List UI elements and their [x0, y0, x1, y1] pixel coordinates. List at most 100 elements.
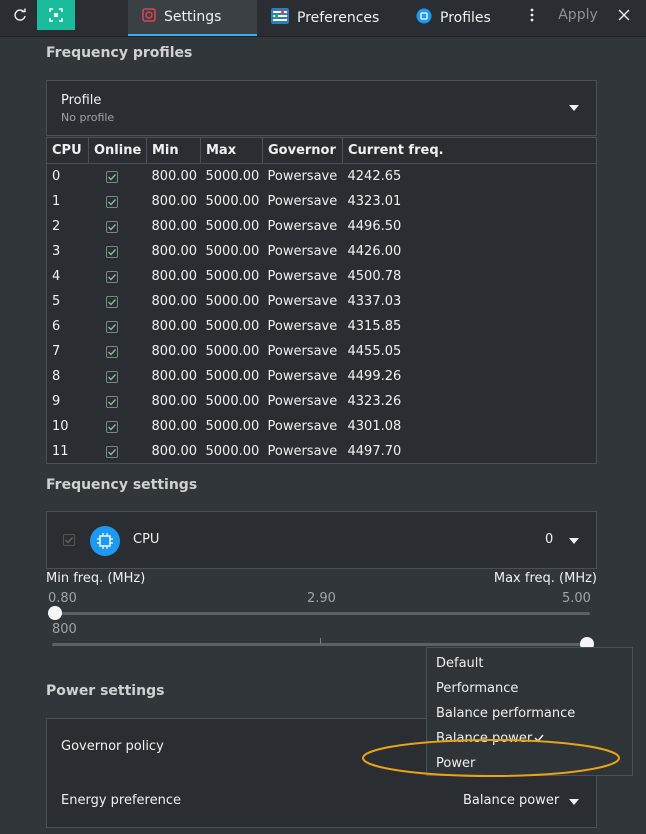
online-checkbox[interactable] [105, 170, 118, 183]
fullscreen-icon[interactable] [37, 0, 75, 30]
chevron-down-icon [569, 799, 579, 805]
max-cell: 5000.00 [205, 194, 260, 209]
column-header-online[interactable]: Online [88, 138, 147, 164]
max-freq-slider-track[interactable] [52, 643, 590, 646]
online-cell [89, 189, 147, 214]
current-freq-cell: 4426.00 [347, 244, 402, 259]
current-freq-cell: 4323.01 [347, 194, 402, 209]
cpu-cell: 3 [52, 244, 61, 259]
min-freq-slider-handle[interactable] [48, 606, 62, 620]
cpu-selector-panel: CPU 0 [46, 511, 597, 569]
online-checkbox[interactable] [105, 320, 118, 333]
max-cell: 5000.00 [205, 244, 260, 259]
cpu-cell: 2 [52, 219, 61, 234]
close-icon[interactable] [612, 0, 636, 30]
column-header-governor[interactable]: Governor [262, 138, 343, 164]
table-row[interactable]: 7 800.00 5000.00 Powersave 4455.05 [47, 339, 596, 364]
table-row[interactable]: 10 800.00 5000.00 Powersave 4301.08 [47, 414, 596, 439]
table-row[interactable]: 2 800.00 5000.00 Powersave 4496.50 [47, 214, 596, 239]
energy-preference-value: Balance power [463, 793, 560, 808]
refresh-icon[interactable] [8, 0, 32, 30]
table-row[interactable]: 1 800.00 5000.00 Powersave 4323.01 [47, 189, 596, 214]
current-freq-cell: 4337.03 [347, 294, 402, 309]
current-freq-cell: 4301.08 [347, 419, 402, 434]
min-cell: 800.00 [151, 444, 198, 459]
tab-label: Profiles [440, 10, 491, 26]
slider-tick [320, 638, 321, 644]
scale-right-label: 5.00 [562, 591, 591, 606]
max-cell: 5000.00 [205, 219, 260, 234]
online-cell [89, 289, 147, 314]
online-checkbox[interactable] [105, 220, 118, 233]
min-cell: 800.00 [151, 344, 198, 359]
cpu-cell: 1 [52, 194, 61, 209]
energy-preference-label: Energy preference [61, 793, 181, 808]
governor-cell: Powersave [267, 169, 338, 184]
table-row[interactable]: 8 800.00 5000.00 Powersave 4499.26 [47, 364, 596, 389]
apply-button[interactable]: Apply [548, 0, 608, 30]
min-freq-slider-track[interactable] [52, 612, 590, 615]
cpu-apply-all-checkbox[interactable] [63, 534, 75, 546]
online-cell [89, 314, 147, 339]
online-cell [89, 164, 147, 190]
table-row[interactable]: 5 800.00 5000.00 Powersave 4337.03 [47, 289, 596, 314]
menu-item-default[interactable]: Default [436, 656, 484, 671]
table-row[interactable]: 0 800.00 5000.00 Powersave 4242.65 [47, 164, 596, 190]
online-checkbox[interactable] [105, 295, 118, 308]
governor-cell: Powersave [267, 244, 338, 259]
tab-preferences[interactable]: Preferences [257, 0, 387, 36]
online-cell [89, 439, 147, 464]
sliders-icon [271, 8, 289, 28]
profile-dropdown[interactable]: Profile No profile [46, 80, 597, 136]
online-checkbox[interactable] [105, 420, 118, 433]
max-cell: 5000.00 [205, 369, 260, 384]
current-freq-cell: 4315.85 [347, 319, 402, 334]
governor-cell: Powersave [267, 344, 338, 359]
profile-value: No profile [61, 111, 115, 124]
menu-item-balance-performance[interactable]: Balance performance [436, 706, 575, 721]
tab-profiles[interactable]: Profiles [402, 0, 512, 36]
max-freq-label: Max freq. (MHz) [493, 571, 597, 586]
profiles-icon [416, 8, 432, 28]
max-cell: 5000.00 [205, 394, 260, 409]
settings-icon [142, 8, 156, 26]
min-cell: 800.00 [151, 219, 198, 234]
cpu-cell: 7 [52, 344, 61, 359]
online-cell [89, 214, 147, 239]
max-cell: 5000.00 [205, 444, 260, 459]
max-cell: 5000.00 [205, 319, 260, 334]
column-header-current-freq[interactable]: Current freq. [342, 138, 596, 164]
cpu-cell: 0 [52, 169, 61, 184]
tab-settings[interactable]: Settings [128, 0, 257, 36]
online-checkbox[interactable] [105, 245, 118, 258]
min-cell: 800.00 [151, 419, 198, 434]
min-cell: 800.00 [151, 319, 198, 334]
max-cell: 5000.00 [205, 419, 260, 434]
column-header-max[interactable]: Max [200, 138, 263, 164]
max-cell: 5000.00 [205, 294, 260, 309]
online-cell [89, 339, 147, 364]
frequency-profiles-title: Frequency profiles [46, 45, 193, 61]
table-row[interactable]: 6 800.00 5000.00 Powersave 4315.85 [47, 314, 596, 339]
table-row[interactable]: 11 800.00 5000.00 Powersave 4497.70 [47, 439, 596, 464]
menu-item-performance[interactable]: Performance [436, 681, 518, 696]
cpu-cell: 10 [52, 419, 69, 434]
online-checkbox[interactable] [105, 370, 118, 383]
online-checkbox[interactable] [105, 345, 118, 358]
online-checkbox[interactable] [105, 395, 118, 408]
online-checkbox[interactable] [105, 445, 118, 458]
cpu-cell: 4 [52, 269, 61, 284]
more-options-icon[interactable] [522, 0, 542, 30]
table-row[interactable]: 4 800.00 5000.00 Powersave 4500.78 [47, 264, 596, 289]
governor-cell: Powersave [267, 369, 338, 384]
online-checkbox[interactable] [105, 195, 118, 208]
cpu-cell: 11 [52, 444, 69, 459]
cpu-number-dropdown[interactable]: 0 [487, 520, 587, 560]
online-checkbox[interactable] [105, 270, 118, 283]
energy-preference-dropdown[interactable]: Balance power [447, 785, 587, 815]
column-header-cpu[interactable]: CPU [47, 138, 89, 164]
column-header-min[interactable]: Min [146, 138, 201, 164]
table-row[interactable]: 9 800.00 5000.00 Powersave 4323.26 [47, 389, 596, 414]
table-row[interactable]: 3 800.00 5000.00 Powersave 4426.00 [47, 239, 596, 264]
cpu-cell: 8 [52, 369, 61, 384]
